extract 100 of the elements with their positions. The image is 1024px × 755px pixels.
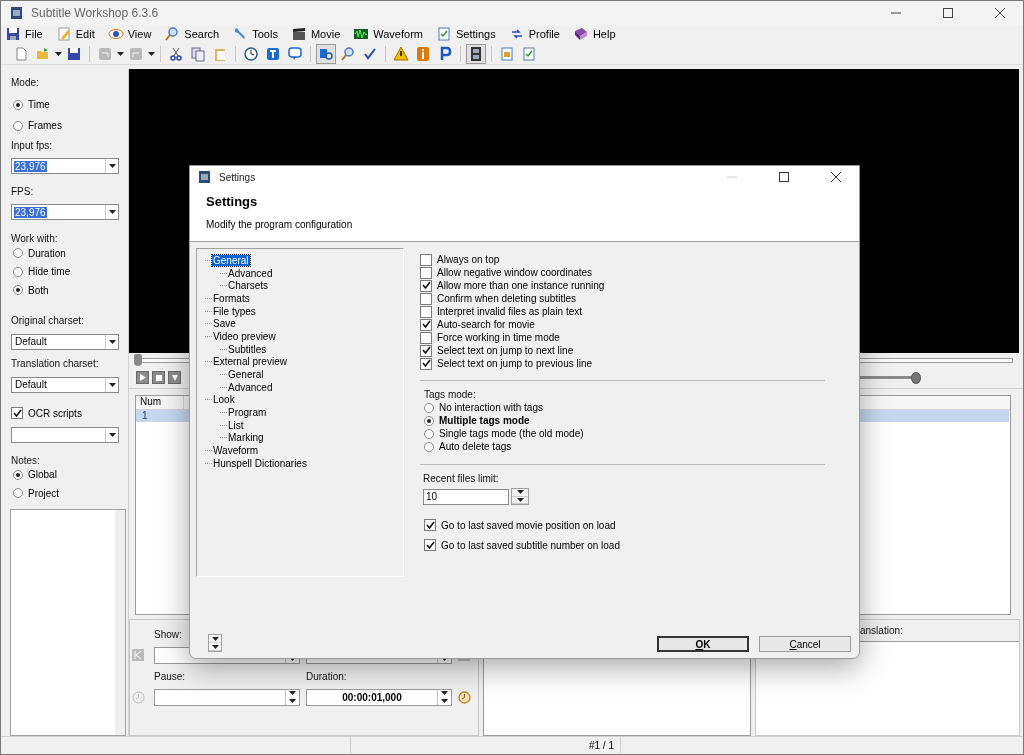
menu-item[interactable]: File xyxy=(25,28,52,40)
dropdown[interactable]: 23,976 xyxy=(11,158,119,174)
checkbox-label: Select text on jump to previous line xyxy=(437,358,593,369)
dropdown-arrow-icon xyxy=(289,698,296,703)
field-label: anslation: xyxy=(860,625,903,636)
menu-item[interactable]: Settings xyxy=(455,28,505,40)
tree-item[interactable]: Formats xyxy=(212,292,251,304)
field-label: Show: xyxy=(154,628,182,640)
menu-item[interactable]: Help xyxy=(592,28,625,40)
dialog-button[interactable]: OK xyxy=(657,636,749,652)
menu-item[interactable]: Profile xyxy=(528,28,569,40)
checkbox-label: Go to last saved subtitle number on load xyxy=(441,539,620,551)
checkbox[interactable] xyxy=(420,344,432,357)
tree-item[interactable]: General xyxy=(212,254,250,266)
checkbox-label: Confirm when deleting subtitles xyxy=(437,293,576,304)
tree-item[interactable]: Save xyxy=(212,318,237,330)
tree-item[interactable]: Waveform xyxy=(212,445,260,457)
radio-button[interactable] xyxy=(13,285,23,296)
document-check-icon xyxy=(499,45,515,62)
checkbox[interactable] xyxy=(420,292,432,305)
dropdown[interactable]: 23,976 xyxy=(11,204,119,220)
tree-item[interactable]: Program xyxy=(227,407,268,419)
tree-item[interactable]: File types xyxy=(212,305,257,317)
dropdown[interactable]: Default xyxy=(11,376,119,393)
menu-item[interactable]: Movie xyxy=(310,28,350,40)
radio-button[interactable] xyxy=(13,120,23,131)
radio-button[interactable] xyxy=(13,99,23,110)
tree-item[interactable]: Advanced xyxy=(227,381,274,393)
notes-field[interactable] xyxy=(10,508,126,736)
radio-label: Multiple tags mode xyxy=(439,415,530,426)
tree-item[interactable]: Charsets xyxy=(227,280,269,292)
radio-button[interactable] xyxy=(424,402,434,413)
book-icon xyxy=(572,26,589,42)
tree-item[interactable]: Advanced xyxy=(227,267,274,279)
dropdown-arrow-icon xyxy=(516,497,524,502)
dropdown-arrow-icon xyxy=(148,51,155,56)
radio-button[interactable] xyxy=(13,248,23,259)
field-label: Recent files limit: xyxy=(423,473,499,484)
checkbox[interactable] xyxy=(420,318,432,331)
jump-start-icon xyxy=(132,649,144,661)
tree-item[interactable]: List xyxy=(227,419,245,431)
spin-buttons[interactable] xyxy=(208,634,222,652)
checkbox[interactable] xyxy=(420,357,432,370)
radio-button[interactable] xyxy=(424,428,434,439)
slider-thumb[interactable] xyxy=(911,371,921,384)
menu-item[interactable]: View xyxy=(127,28,161,40)
tree-item[interactable]: External preview xyxy=(212,356,288,368)
radio-button[interactable] xyxy=(424,441,434,452)
time-field[interactable] xyxy=(154,688,300,706)
radio-label: Global xyxy=(28,469,57,481)
app-icon xyxy=(9,5,25,21)
toolbar-button[interactable] xyxy=(316,43,336,64)
checklist-icon xyxy=(435,26,452,42)
tree-item[interactable]: Subtitles xyxy=(227,343,268,355)
checkbox[interactable] xyxy=(11,407,23,419)
radio-button[interactable] xyxy=(424,415,434,426)
radio-button[interactable] xyxy=(13,469,23,480)
number-field[interactable]: 10 xyxy=(423,488,509,505)
film-icon xyxy=(468,45,484,62)
dropdown[interactable] xyxy=(11,426,119,443)
spin-buttons[interactable] xyxy=(437,689,451,705)
checkbox[interactable] xyxy=(420,266,432,279)
warning-icon xyxy=(393,45,409,62)
tree-item[interactable]: Hunspell Dictionaries xyxy=(212,457,308,469)
dropdown-arrow-icon xyxy=(108,210,116,214)
close-icon[interactable] xyxy=(831,172,841,182)
up-arrow-icon xyxy=(516,490,524,495)
tree-item[interactable]: Look xyxy=(212,394,236,406)
menu-item[interactable]: Search xyxy=(184,28,229,40)
checkbox[interactable] xyxy=(420,331,432,344)
radio-button[interactable] xyxy=(13,488,23,499)
field-label: Pause: xyxy=(154,670,186,682)
menu-item[interactable]: Edit xyxy=(75,28,104,40)
maximize-icon[interactable] xyxy=(779,172,789,182)
tree-item[interactable]: Marking xyxy=(227,432,265,444)
column-header[interactable]: Num xyxy=(136,396,184,409)
dialog-button[interactable]: Cancel xyxy=(759,636,851,652)
spin-buttons[interactable] xyxy=(285,689,299,705)
radio-button[interactable] xyxy=(13,266,23,277)
spin-buttons[interactable] xyxy=(511,488,529,505)
checkbox[interactable] xyxy=(424,539,436,551)
dropdown-arrow-icon xyxy=(108,339,116,344)
menu-item[interactable]: Waveform xyxy=(373,28,432,40)
time-field[interactable]: 00:00:01,000 xyxy=(306,688,452,706)
slider-thumb[interactable] xyxy=(134,353,142,366)
checkbox[interactable] xyxy=(420,279,432,292)
checkbox[interactable] xyxy=(420,305,432,318)
floppy-icon xyxy=(5,26,21,42)
dropdown[interactable]: Default xyxy=(11,333,119,350)
maximize-icon[interactable] xyxy=(943,8,953,18)
toolbar-button[interactable] xyxy=(466,43,486,64)
radio-label: Hide time xyxy=(28,266,71,278)
tree-item[interactable]: General xyxy=(227,369,265,381)
close-icon[interactable] xyxy=(995,8,1005,18)
checkbox[interactable] xyxy=(424,519,436,531)
checkbox-label: Go to last saved movie position on load xyxy=(441,519,616,531)
menu-item[interactable]: Tools xyxy=(252,28,287,40)
checkbox[interactable] xyxy=(420,253,432,266)
tree-item[interactable]: Video preview xyxy=(212,330,277,342)
translation-text-field[interactable] xyxy=(756,642,1019,735)
